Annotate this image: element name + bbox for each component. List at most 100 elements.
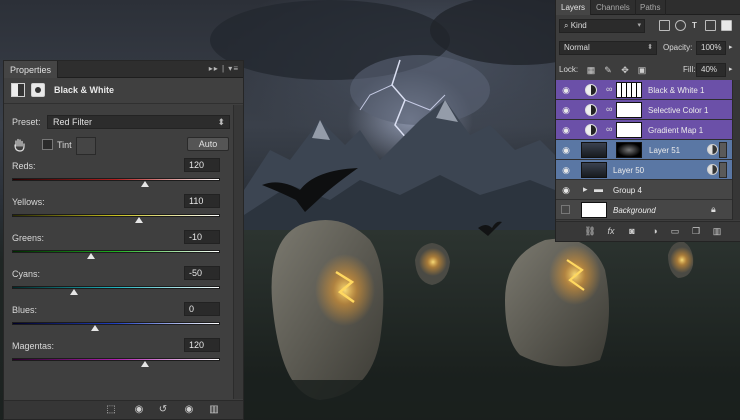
tab-channels[interactable]: Channels [591, 0, 636, 15]
visibility-eye-icon[interactable]: ◉ [559, 124, 573, 136]
slider-thumb[interactable] [141, 361, 150, 367]
visibility-eye-icon[interactable]: ◉ [559, 164, 573, 176]
layer-name: Layer 50 [613, 166, 645, 175]
adjustment-filter-icon[interactable] [675, 20, 686, 31]
tint-color-swatch[interactable] [76, 137, 96, 155]
layer-row[interactable]: ◉ Layer 50 [556, 160, 732, 180]
slider-thumb[interactable] [87, 253, 96, 259]
clip-to-layer-icon[interactable]: ⬚ [104, 404, 118, 416]
view-previous-state-icon[interactable]: ◉ [132, 404, 146, 416]
reset-icon[interactable]: ↺ [156, 404, 170, 416]
chevron-right-icon[interactable]: ▸ [729, 65, 733, 73]
slider-track[interactable] [12, 286, 220, 289]
layer-row[interactable]: ◉ ▸ ▬ Group 4 [556, 180, 732, 200]
layer-row[interactable]: ◉ ∞ Selective Color 1 [556, 100, 732, 120]
link-layers-icon[interactable]: ⛓ [584, 226, 596, 237]
lock-move-icon[interactable]: ✥ [620, 65, 630, 75]
layer-style-icon[interactable]: fx [605, 226, 617, 237]
mask-link-icon[interactable]: ∞ [606, 124, 612, 134]
add-mask-icon[interactable]: ◙ [626, 226, 638, 237]
slider-track[interactable] [12, 358, 220, 361]
smart-filter-icon[interactable] [707, 144, 718, 155]
fill-input[interactable]: 40% [696, 63, 726, 77]
layer-row[interactable]: 🔒︎ Background [556, 200, 732, 220]
chevron-right-icon[interactable]: ▸ [729, 43, 733, 51]
layer-kind-filter[interactable]: ⌕ Kind ▾ [559, 19, 645, 33]
opacity-input[interactable]: 100% [696, 41, 726, 55]
expand-effects-icon[interactable] [719, 142, 727, 158]
new-layer-icon[interactable]: ❐ [690, 226, 702, 237]
tab-properties[interactable]: Properties [4, 61, 59, 78]
slider-label: Yellows: [12, 197, 45, 207]
layer-name: Selective Color 1 [648, 106, 709, 115]
new-group-icon[interactable]: ▭ [669, 226, 681, 237]
layers-scrollbar[interactable] [732, 80, 740, 220]
expand-group-icon[interactable]: ▸ [583, 184, 588, 195]
layer-row[interactable]: ◉ Layer 51 [556, 140, 732, 160]
slider-reds: Reds: 120 [12, 158, 224, 193]
slider-value-input[interactable]: 120 [184, 338, 220, 352]
lock-transparent-icon[interactable]: ▦ [586, 65, 596, 75]
layer-thumbnail[interactable] [581, 142, 607, 158]
shape-filter-icon[interactable] [705, 20, 716, 31]
tint-checkbox[interactable] [42, 139, 53, 150]
mask-link-icon[interactable]: ∞ [606, 84, 612, 94]
targeted-adjustment-hand-icon[interactable] [12, 137, 28, 153]
visibility-eye-icon[interactable]: ◉ [559, 184, 573, 196]
preset-dropdown[interactable]: Red Filter ⬍ [47, 115, 230, 129]
layer-thumbnail[interactable] [581, 202, 607, 218]
adjustment-icon[interactable] [11, 83, 25, 97]
trash-icon[interactable]: ▥ [711, 226, 723, 237]
layers-tabbar: Layers Channels Paths [556, 0, 740, 15]
blend-mode-dropdown[interactable]: Normal ⬍ [559, 41, 657, 55]
visibility-eye-icon[interactable]: ◉ [559, 144, 573, 156]
layer-mask-thumbnail[interactable] [616, 102, 642, 118]
properties-scrollbar[interactable] [233, 105, 243, 399]
panel-menu-icon[interactable]: ▸▸ | ▾≡ [209, 64, 239, 73]
layer-row[interactable]: ◉ ∞ Black & White 1 [556, 80, 732, 100]
folder-icon: ▬ [594, 184, 603, 194]
search-icon: ⌕ [564, 21, 571, 30]
slider-value-input[interactable]: 120 [184, 158, 220, 172]
tab-paths[interactable]: Paths [635, 0, 667, 15]
slider-thumb[interactable] [141, 181, 150, 187]
lock-brush-icon[interactable]: ✎ [603, 65, 613, 75]
visibility-toggle[interactable] [561, 205, 570, 214]
chevron-down-icon: ▾ [637, 22, 641, 29]
slider-thumb[interactable] [91, 325, 100, 331]
tab-layers[interactable]: Layers [556, 0, 592, 15]
visibility-eye-icon[interactable]: ◉ [559, 84, 573, 96]
expand-effects-icon[interactable] [719, 162, 727, 178]
preset-label: Preset: [12, 117, 41, 127]
layer-mask-thumbnail[interactable] [616, 122, 642, 138]
layer-mask-icon[interactable] [31, 83, 45, 97]
slider-track[interactable] [12, 250, 220, 253]
slider-cyans: Cyans: -50 [12, 266, 224, 301]
pixel-filter-icon[interactable] [659, 20, 670, 31]
slider-yellows: Yellows: 110 [12, 194, 224, 229]
mask-link-icon[interactable]: ∞ [606, 104, 612, 114]
type-filter-icon[interactable]: T [692, 21, 697, 30]
slider-thumb[interactable] [70, 289, 79, 295]
slider-thumb[interactable] [134, 217, 143, 223]
slider-value-input[interactable]: -10 [184, 230, 220, 244]
slider-track[interactable] [12, 178, 220, 181]
slider-value-input[interactable]: -50 [184, 266, 220, 280]
lock-all-icon[interactable]: ▣ [637, 65, 647, 75]
layer-thumbnail[interactable] [581, 162, 607, 178]
trash-icon[interactable]: ▥ [207, 404, 221, 416]
smart-object-filter-icon[interactable] [721, 20, 732, 31]
slider-track[interactable] [12, 322, 220, 325]
slider-track[interactable] [12, 214, 220, 217]
auto-button[interactable]: Auto [187, 137, 229, 151]
slider-value-input[interactable]: 0 [184, 302, 220, 316]
layer-mask-thumbnail[interactable] [616, 142, 642, 158]
layer-mask-thumbnail[interactable] [616, 82, 642, 98]
layer-row[interactable]: ◉ ∞ Gradient Map 1 [556, 120, 732, 140]
slider-value-input[interactable]: 110 [184, 194, 220, 208]
visibility-eye-icon[interactable]: ◉ [559, 104, 573, 116]
new-adjustment-icon[interactable]: ◑ [649, 226, 661, 237]
layer-name: Gradient Map 1 [648, 126, 704, 135]
visibility-eye-icon[interactable]: ◉ [182, 404, 196, 416]
smart-filter-icon[interactable] [707, 164, 718, 175]
